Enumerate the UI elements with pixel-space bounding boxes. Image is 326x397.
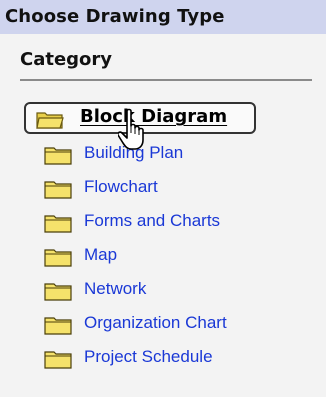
folder-icon: [44, 317, 72, 335]
category-item-network[interactable]: Network: [40, 276, 310, 304]
folder-icon: [44, 249, 72, 267]
folder-icon: [44, 283, 72, 301]
category-item-flowchart[interactable]: Flowchart: [40, 174, 310, 202]
category-label: Building Plan: [84, 143, 184, 162]
category-label: Block Diagram: [80, 106, 228, 127]
folder-icon: [44, 351, 72, 369]
category-label: Forms and Charts: [84, 211, 221, 230]
category-label: Project Schedule: [84, 347, 213, 366]
category-label: Map: [84, 245, 118, 264]
folder-icon: [44, 181, 72, 199]
folder-open-icon: [36, 112, 64, 129]
category-item-project-schedule[interactable]: Project Schedule: [40, 344, 310, 372]
folder-icon: [44, 147, 72, 165]
category-label: Flowchart: [84, 177, 158, 196]
category-item-block-diagram[interactable]: Block Diagram: [24, 102, 256, 134]
category-list: Block Diagram Building Plan Flowchart Fo…: [0, 0, 326, 397]
category-item-forms-and-charts[interactable]: Forms and Charts: [40, 208, 310, 236]
category-item-organization-chart[interactable]: Organization Chart: [40, 310, 310, 338]
category-label: Organization Chart: [84, 313, 227, 332]
category-item-map[interactable]: Map: [40, 242, 310, 270]
choose-drawing-type-panel: Choose Drawing Type Category Block Diagr…: [0, 0, 326, 397]
category-label: Network: [84, 279, 147, 298]
category-item-building-plan[interactable]: Building Plan: [40, 140, 310, 168]
folder-icon: [44, 215, 72, 233]
